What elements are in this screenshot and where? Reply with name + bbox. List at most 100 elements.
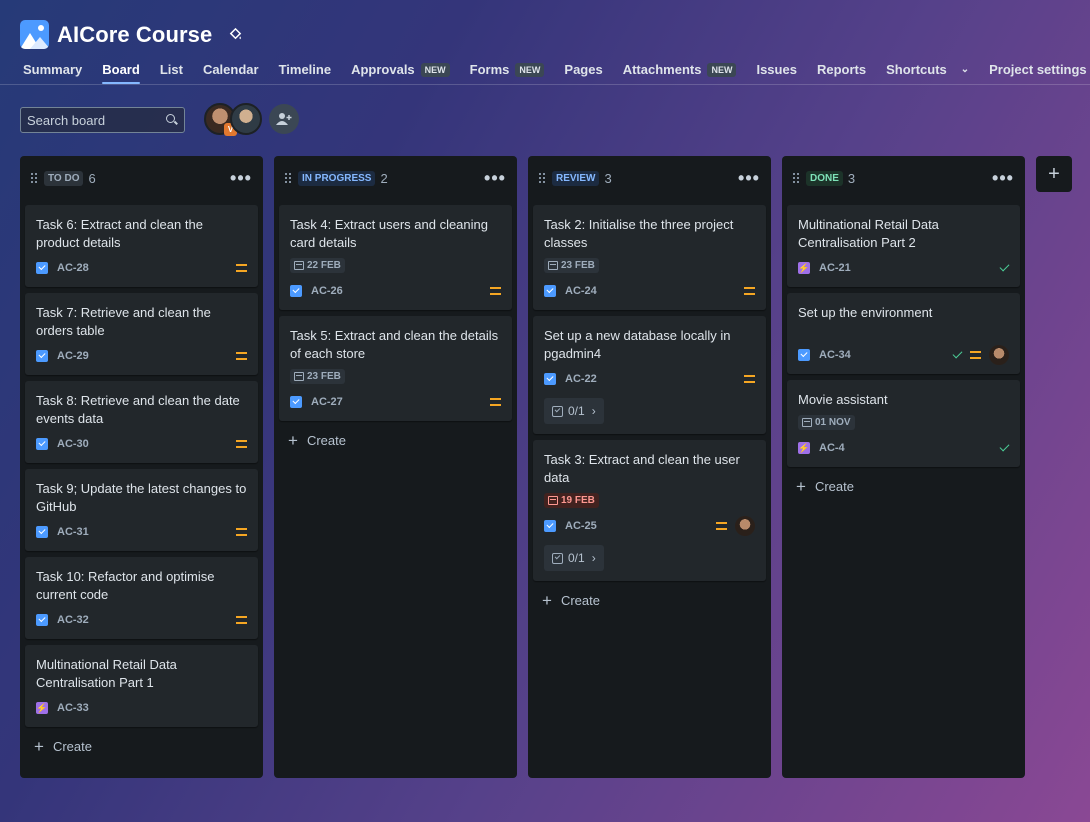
issue-key[interactable]: AC-24 — [565, 285, 597, 297]
tab-label: Approvals — [351, 62, 415, 77]
card-list: Task 6: Extract and clean the product de… — [20, 200, 263, 727]
issue-key[interactable]: AC-26 — [311, 285, 343, 297]
new-badge: NEW — [707, 63, 737, 77]
card-title: Multinational Retail Data Centralisation… — [798, 217, 939, 250]
issue-card[interactable]: Task 6: Extract and clean the product de… — [25, 205, 258, 287]
issue-key[interactable]: AC-29 — [57, 350, 89, 362]
issue-key[interactable]: AC-25 — [565, 520, 597, 532]
issue-card[interactable]: Multinational Retail Data Centralisation… — [787, 205, 1020, 287]
card-title: Task 7: Retrieve and clean the orders ta… — [36, 305, 211, 338]
chevron-right-icon: › — [591, 404, 596, 418]
tab-issues[interactable]: Issues — [746, 56, 806, 84]
card-indicators — [744, 287, 755, 295]
issue-card[interactable]: Movie assistant 01 NOV ⚡ AC-4 — [787, 380, 1020, 467]
add-column-button[interactable]: + — [1036, 156, 1072, 192]
tab-label: Shortcuts — [886, 62, 947, 77]
create-label: Create — [814, 478, 854, 494]
issue-key[interactable]: AC-28 — [57, 262, 89, 274]
subtasks-button[interactable]: 0/1 › — [544, 398, 604, 424]
tab-calendar[interactable]: Calendar — [193, 56, 269, 84]
chevron-down-icon[interactable]: ⌄ — [961, 57, 969, 83]
drag-handle-icon[interactable] — [30, 172, 38, 184]
card-footer: AC-27 — [290, 393, 501, 411]
project-header: AICore Course — [20, 20, 244, 49]
tab-approvals[interactable]: Approvals NEW — [341, 56, 460, 84]
issue-card[interactable]: Task 7: Retrieve and clean the orders ta… — [25, 293, 258, 375]
tab-shortcuts[interactable]: Shortcuts ⌄ — [876, 56, 979, 84]
tab-project-settings[interactable]: Project settings — [979, 56, 1090, 84]
tab-label: Reports — [816, 62, 867, 77]
avatar-group: V — [204, 103, 299, 136]
tab-label: Forms — [469, 62, 510, 77]
issue-key[interactable]: AC-4 — [819, 442, 845, 454]
subtasks-button[interactable]: 0/1 › — [544, 545, 604, 571]
issue-card[interactable]: Task 4: Extract users and cleaning card … — [279, 205, 512, 310]
avatar[interactable] — [230, 103, 262, 135]
drag-handle-icon[interactable] — [538, 172, 546, 184]
more-options-icon[interactable]: ••• — [483, 169, 507, 187]
card-indicators — [716, 516, 755, 536]
calendar-icon — [548, 261, 558, 270]
card-footer: AC-32 — [36, 611, 247, 629]
card-indicators — [999, 441, 1010, 452]
issue-key[interactable]: AC-34 — [819, 349, 851, 361]
column-count: 3 — [604, 170, 612, 186]
tab-board[interactable]: Board — [92, 56, 150, 84]
column-header: REVIEW 3 ••• — [528, 156, 771, 200]
task-icon — [36, 438, 48, 450]
drag-handle-icon[interactable] — [284, 172, 292, 184]
issue-card[interactable]: Multinational Retail Data Centralisation… — [25, 645, 258, 727]
issue-card[interactable]: Task 2: Initialise the three project cla… — [533, 205, 766, 310]
card-footer: ⚡ AC-21 — [798, 259, 1010, 277]
issue-card[interactable]: Set up the environment AC-34 — [787, 293, 1020, 374]
tab-attachments[interactable]: Attachments NEW — [613, 56, 747, 84]
search-input[interactable] — [27, 112, 157, 128]
issue-card[interactable]: Set up a new database locally in pgadmin… — [533, 316, 766, 434]
project-title: AICore Course — [57, 21, 213, 47]
tab-pages[interactable]: Pages — [554, 56, 612, 84]
create-issue-button[interactable]: + Create — [20, 727, 263, 765]
search-board-field[interactable] — [20, 107, 185, 133]
issue-card[interactable]: Task 8: Retrieve and clean the date even… — [25, 381, 258, 463]
create-issue-button[interactable]: + Create — [274, 421, 517, 459]
due-date: 01 NOV — [798, 415, 855, 430]
tab-label: Calendar — [202, 62, 259, 77]
card-title: Task 6: Extract and clean the product de… — [36, 217, 203, 250]
board-column-prog: IN PROGRESS 2 ••• Task 4: Extract users and… — [274, 156, 517, 778]
subtask-progress: 0/1 — [568, 551, 585, 565]
issue-key[interactable]: AC-21 — [819, 262, 851, 274]
issue-key[interactable]: AC-27 — [311, 396, 343, 408]
card-title: Multinational Retail Data Centralisation… — [36, 657, 177, 690]
card-indicators — [236, 352, 247, 360]
assignee-avatar[interactable] — [735, 516, 755, 536]
issue-key[interactable]: AC-22 — [565, 373, 597, 385]
issue-key[interactable]: AC-30 — [57, 438, 89, 450]
tab-label: List — [159, 62, 183, 77]
more-options-icon[interactable]: ••• — [229, 169, 253, 187]
create-issue-button[interactable]: + Create — [528, 581, 771, 619]
more-options-icon[interactable]: ••• — [737, 169, 761, 187]
column-status: TO DO — [44, 170, 84, 186]
tab-reports[interactable]: Reports — [807, 56, 876, 84]
issue-card[interactable]: Task 5: Extract and clean the details of… — [279, 316, 512, 421]
tab-summary[interactable]: Summary — [13, 56, 92, 84]
drag-handle-icon[interactable] — [792, 172, 800, 184]
due-date-label: 19 FEB — [561, 495, 595, 506]
paint-bucket-icon[interactable] — [226, 26, 244, 44]
issue-key[interactable]: AC-33 — [57, 702, 89, 714]
column-count: 2 — [380, 170, 388, 186]
issue-card[interactable]: Task 3: Extract and clean the user data 1… — [533, 440, 766, 581]
tab-forms[interactable]: Forms NEW — [460, 56, 555, 84]
create-issue-button[interactable]: + Create — [782, 467, 1025, 505]
chevron-right-icon: › — [591, 551, 596, 565]
issue-key[interactable]: AC-31 — [57, 526, 89, 538]
add-people-icon[interactable] — [269, 104, 299, 134]
issue-card[interactable]: Task 9; Update the latest changes to Git… — [25, 469, 258, 551]
assignee-avatar[interactable] — [989, 345, 1009, 365]
issue-key[interactable]: AC-32 — [57, 614, 89, 626]
more-options-icon[interactable]: ••• — [991, 169, 1015, 187]
tab-list[interactable]: List — [150, 56, 193, 84]
issue-card[interactable]: Task 10: Refactor and optimise current c… — [25, 557, 258, 639]
project-mountain-icon[interactable] — [20, 20, 49, 49]
tab-timeline[interactable]: Timeline — [269, 56, 342, 84]
